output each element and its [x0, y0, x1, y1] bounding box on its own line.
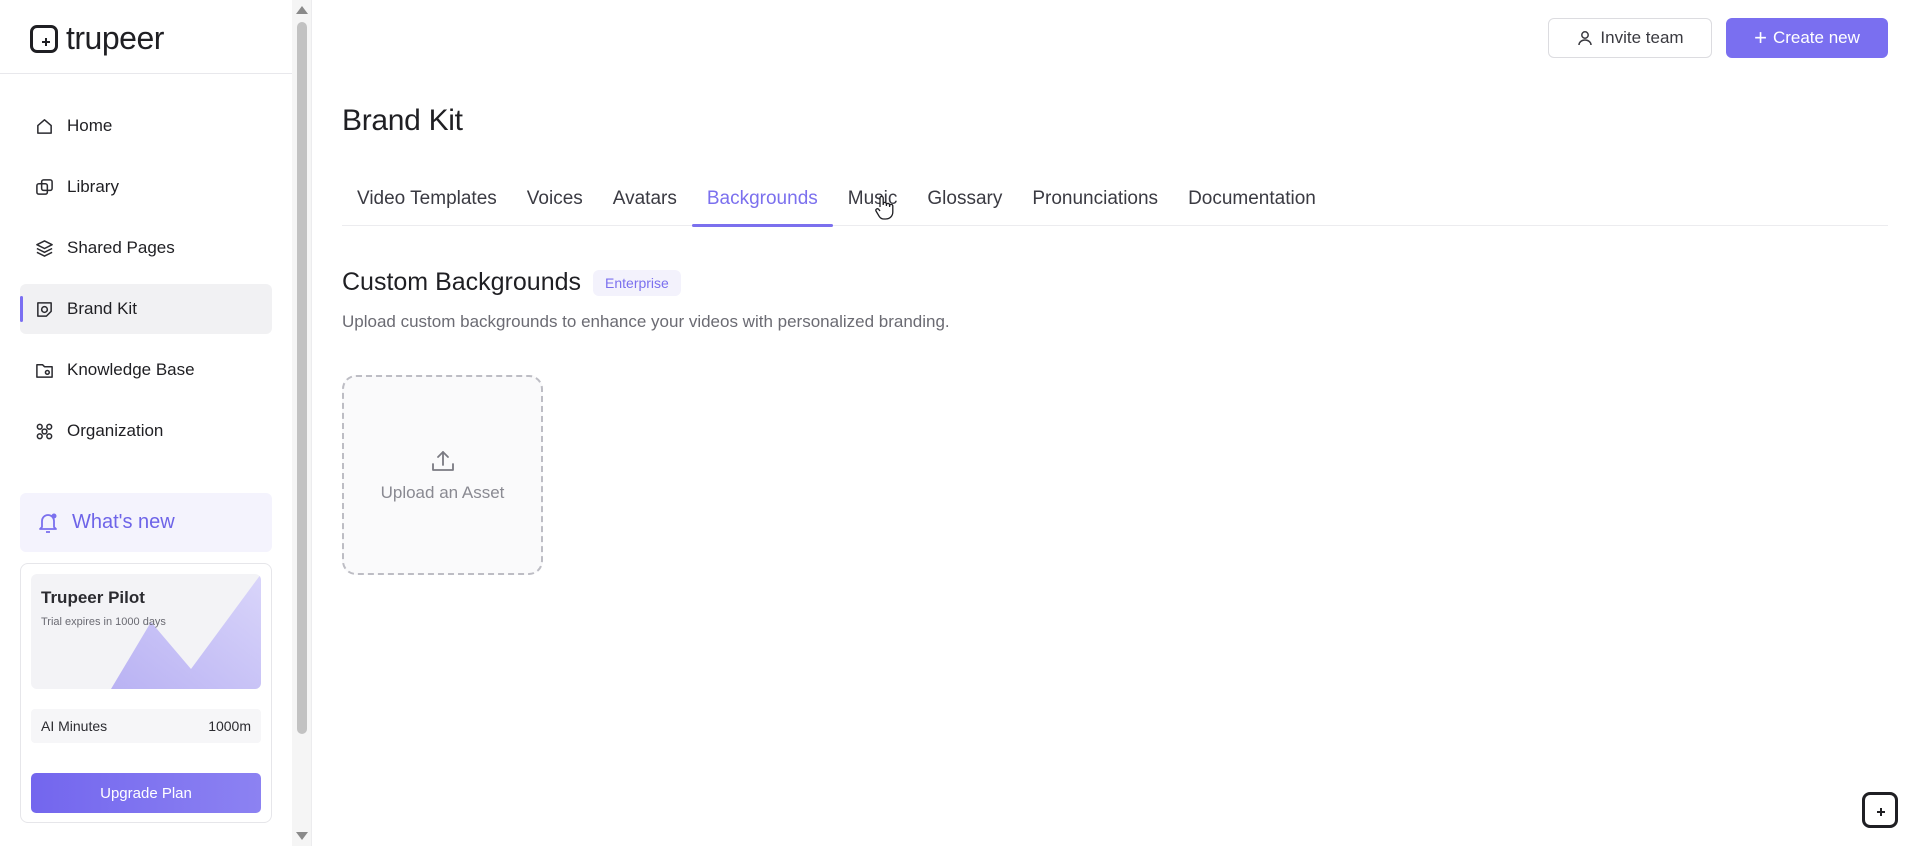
create-new-button[interactable]: + Create new — [1726, 18, 1888, 58]
folder-icon — [34, 360, 54, 380]
ai-minutes-row: AI Minutes 1000m — [31, 709, 261, 743]
tab-music[interactable]: Music — [833, 172, 913, 226]
plan-banner: Trupeer Pilot Trial expires in 1000 days — [31, 574, 261, 689]
sidebar-nav: Home Library Shared Pages Brand Kit Know… — [20, 101, 272, 467]
tab-glossary[interactable]: Glossary — [912, 172, 1017, 226]
sidebar-item-organization[interactable]: Organization — [20, 406, 272, 456]
trupeer-widget-icon[interactable] — [1862, 792, 1898, 828]
invite-team-button[interactable]: Invite team — [1548, 18, 1712, 58]
upload-asset-button[interactable]: Upload an Asset — [342, 375, 543, 575]
enterprise-badge: Enterprise — [593, 269, 681, 296]
logo[interactable]: trupeer — [30, 20, 164, 57]
sidebar-item-label: Organization — [67, 421, 164, 440]
section-title-text: Custom Backgrounds — [342, 268, 582, 296]
tab-voices[interactable]: Voices — [512, 172, 598, 226]
sidebar: trupeer Home Library Shared Pages Brand — [0, 0, 292, 846]
tab-backgrounds[interactable]: Backgrounds — [691, 172, 833, 227]
brand-kit-tabs: Video Templates Voices Avatars Backgroun… — [342, 172, 1888, 227]
plan-title: Trupeer Pilot — [41, 588, 145, 607]
sidebar-item-label: Knowledge Base — [67, 360, 195, 379]
ai-minutes-value: 1000m — [208, 718, 251, 734]
whats-new-label: What's new — [72, 511, 175, 533]
upgrade-plan-button[interactable]: Upgrade Plan — [31, 773, 261, 813]
scroll-down-icon[interactable] — [296, 832, 308, 840]
whats-new-button[interactable]: What's new — [20, 493, 272, 552]
ai-minutes-label: AI Minutes — [41, 718, 108, 734]
plus-icon: + — [1754, 25, 1767, 50]
bell-icon — [39, 513, 57, 533]
hand-cursor-icon — [875, 195, 894, 220]
upload-asset-label: Upload an Asset — [380, 483, 505, 502]
tab-avatars[interactable]: Avatars — [598, 172, 692, 226]
tab-documentation[interactable]: Documentation — [1173, 172, 1331, 226]
scroll-up-icon[interactable] — [296, 6, 308, 14]
section-description: Upload custom backgrounds to enhance you… — [342, 312, 950, 331]
create-new-label: Create new — [1772, 28, 1860, 47]
sidebar-item-label: Home — [67, 116, 113, 135]
upload-icon — [431, 451, 454, 471]
sidebar-item-shared-pages[interactable]: Shared Pages — [20, 223, 272, 273]
library-icon — [34, 177, 54, 197]
sidebar-item-brand-kit[interactable]: Brand Kit — [20, 284, 272, 334]
home-icon — [34, 116, 54, 136]
divider — [0, 73, 292, 74]
sidebar-item-label: Shared Pages — [67, 238, 175, 257]
plan-card: Trupeer Pilot Trial expires in 1000 days… — [20, 563, 272, 823]
logo-text: trupeer — [66, 20, 164, 56]
section-title: Custom Backgrounds Enterprise — [342, 268, 681, 297]
logo-icon — [30, 24, 58, 53]
invite-team-label: Invite team — [1600, 28, 1684, 47]
sidebar-item-library[interactable]: Library — [20, 162, 272, 212]
tab-video-templates[interactable]: Video Templates — [342, 172, 512, 226]
sidebar-scrollbar[interactable] — [292, 0, 312, 846]
tab-pronunciations[interactable]: Pronunciations — [1017, 172, 1173, 226]
brand-kit-icon — [34, 299, 54, 319]
sidebar-item-label: Library — [67, 177, 119, 196]
user-icon — [1578, 31, 1593, 46]
organization-icon — [34, 421, 54, 441]
layers-icon — [34, 238, 54, 258]
scrollbar-thumb[interactable] — [297, 22, 307, 734]
page-title: Brand Kit — [342, 104, 463, 137]
sidebar-item-home[interactable]: Home — [20, 101, 272, 151]
sidebar-item-label: Brand Kit — [67, 299, 137, 318]
plan-subtitle: Trial expires in 1000 days — [41, 616, 166, 628]
sidebar-item-knowledge-base[interactable]: Knowledge Base — [20, 345, 272, 395]
